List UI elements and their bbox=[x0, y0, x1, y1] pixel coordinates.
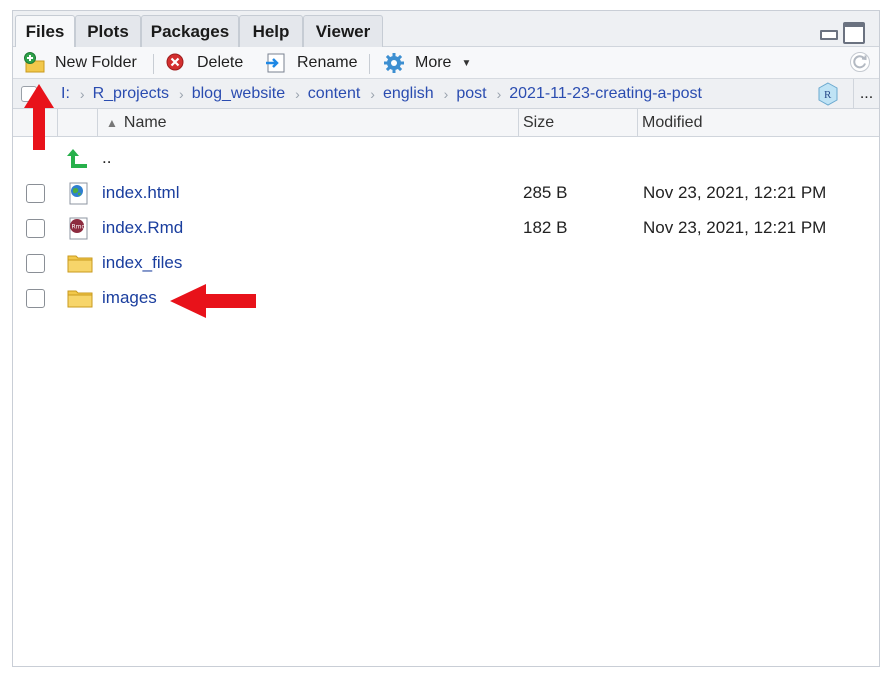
tab-files[interactable]: Files bbox=[15, 15, 75, 48]
new-folder-button[interactable]: New Folder bbox=[23, 51, 137, 75]
new-folder-icon bbox=[23, 52, 45, 74]
size-column-header[interactable]: Size bbox=[518, 109, 638, 137]
breadcrumb-drive[interactable]: I: bbox=[61, 85, 70, 103]
file-size: 285 B bbox=[523, 183, 568, 202]
files-pane: Files Plots Packages Help Viewer New Fol… bbox=[12, 10, 880, 667]
refresh-icon[interactable] bbox=[849, 51, 871, 73]
icon-column-header bbox=[57, 109, 97, 137]
breadcrumb-item[interactable]: english bbox=[383, 85, 434, 103]
delete-icon bbox=[165, 52, 187, 74]
file-name-link[interactable]: index.Rmd bbox=[102, 211, 183, 245]
table-row: index_files bbox=[13, 246, 879, 280]
svg-text:Rmd: Rmd bbox=[72, 224, 86, 231]
breadcrumb-item[interactable]: content bbox=[308, 85, 360, 103]
tab-viewer[interactable]: Viewer bbox=[303, 15, 383, 47]
r-project-icon[interactable]: R bbox=[817, 82, 839, 106]
folder-icon bbox=[67, 287, 93, 309]
parent-directory-row[interactable]: .. bbox=[13, 141, 879, 175]
breadcrumb-item[interactable]: R_projects bbox=[93, 85, 169, 103]
tab-bar: Files Plots Packages Help Viewer bbox=[13, 11, 879, 48]
rename-label: Rename bbox=[297, 54, 358, 71]
annotation-arrow-left bbox=[170, 284, 256, 318]
file-modified: Nov 23, 2021, 12:21 PM bbox=[643, 183, 827, 202]
breadcrumb-overflow-button[interactable]: ... bbox=[853, 79, 879, 109]
file-list-header: ▲ Name Size Modified bbox=[13, 109, 879, 137]
tab-help[interactable]: Help bbox=[239, 15, 303, 47]
row-checkbox[interactable] bbox=[26, 184, 45, 203]
svg-text:R: R bbox=[824, 89, 832, 101]
chevron-right-icon: › bbox=[443, 86, 449, 102]
chevron-right-icon: › bbox=[295, 86, 300, 102]
maximize-pane-icon[interactable] bbox=[843, 22, 865, 44]
sort-ascending-icon: ▲ bbox=[106, 116, 118, 130]
name-column-label: Name bbox=[123, 114, 167, 131]
new-folder-label: New Folder bbox=[55, 54, 137, 71]
chevron-right-icon: › bbox=[179, 86, 184, 102]
modified-column-header[interactable]: Modified bbox=[637, 109, 879, 137]
table-row: Rmd index.Rmd 182 B Nov 23, 2021, 12:21 … bbox=[13, 211, 879, 245]
breadcrumb-current[interactable]: 2021-11-23-creating-a-post bbox=[509, 85, 702, 103]
more-label: More bbox=[415, 54, 452, 71]
chevron-right-icon: › bbox=[79, 86, 85, 102]
files-toolbar: New Folder Delete Rename More ▼ bbox=[13, 47, 879, 79]
rename-icon bbox=[265, 52, 287, 74]
file-name-link[interactable]: index.html bbox=[102, 176, 179, 210]
size-column-label: Size bbox=[523, 114, 555, 131]
toolbar-divider bbox=[153, 54, 154, 74]
modified-column-label: Modified bbox=[642, 114, 703, 131]
toolbar-divider bbox=[369, 54, 370, 74]
file-modified: Nov 23, 2021, 12:21 PM bbox=[643, 218, 827, 237]
row-checkbox[interactable] bbox=[26, 254, 45, 273]
annotation-arrow-up bbox=[24, 84, 54, 150]
html-file-icon bbox=[67, 182, 91, 205]
minimize-pane-icon[interactable] bbox=[819, 22, 839, 42]
delete-button[interactable]: Delete bbox=[165, 51, 243, 75]
chevron-down-icon: ▼ bbox=[461, 57, 472, 69]
delete-label: Delete bbox=[197, 54, 244, 71]
tab-packages[interactable]: Packages bbox=[141, 15, 239, 47]
rmd-file-icon: Rmd bbox=[67, 217, 91, 240]
breadcrumb: I: › R_projects › blog_website › content… bbox=[13, 79, 879, 109]
table-row: images bbox=[13, 281, 879, 315]
file-name-link[interactable]: images bbox=[102, 281, 157, 315]
tab-plots[interactable]: Plots bbox=[75, 15, 141, 47]
file-size: 182 B bbox=[523, 218, 568, 237]
go-up-icon bbox=[67, 147, 91, 169]
row-checkbox[interactable] bbox=[26, 219, 45, 238]
row-checkbox[interactable] bbox=[26, 289, 45, 308]
breadcrumb-item[interactable]: blog_website bbox=[192, 85, 285, 103]
chevron-right-icon: › bbox=[370, 86, 375, 102]
table-row: index.html 285 B Nov 23, 2021, 12:21 PM bbox=[13, 176, 879, 210]
name-column-header[interactable]: ▲ Name bbox=[97, 109, 519, 137]
parent-directory-link[interactable]: .. bbox=[102, 141, 111, 175]
chevron-right-icon: › bbox=[496, 86, 502, 102]
breadcrumb-item[interactable]: post bbox=[456, 85, 486, 103]
more-menu-button[interactable]: More ▼ bbox=[383, 51, 471, 75]
folder-icon bbox=[67, 252, 93, 274]
gear-icon bbox=[383, 52, 405, 74]
file-name-link[interactable]: index_files bbox=[102, 246, 182, 280]
rename-button[interactable]: Rename bbox=[265, 51, 357, 75]
